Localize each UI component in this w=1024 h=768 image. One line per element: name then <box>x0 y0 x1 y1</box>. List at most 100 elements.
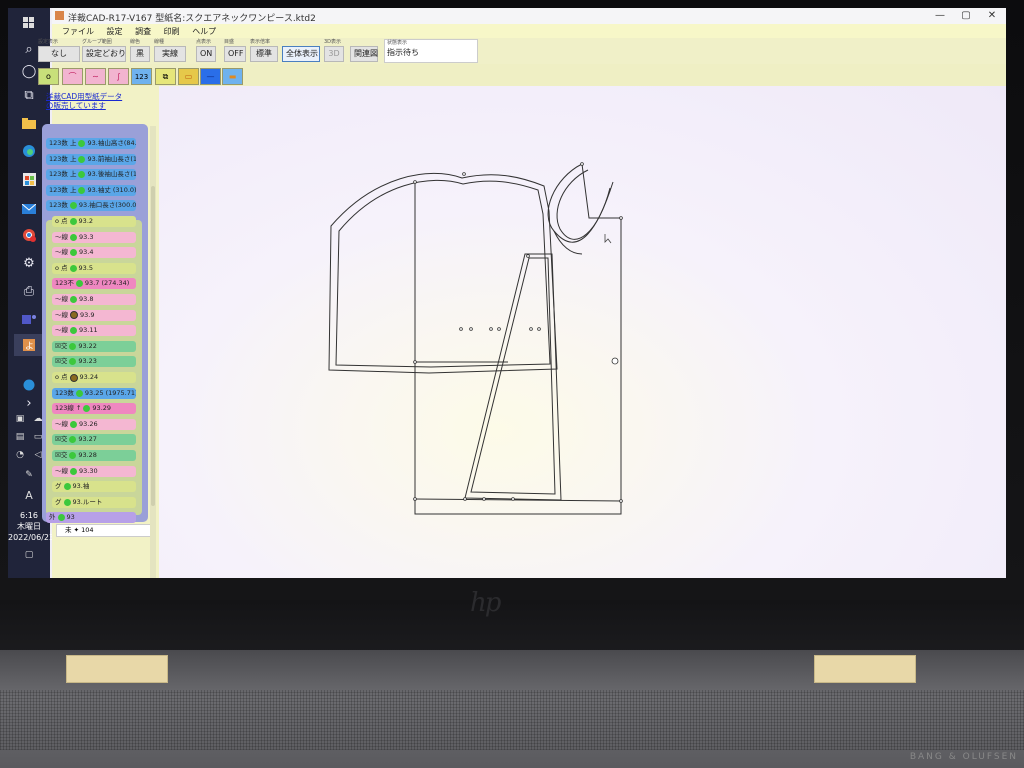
tree-node-kind: ☒交 <box>55 357 68 366</box>
tree-node-label: 93.29 <box>92 404 112 413</box>
group-range-button[interactable]: 設定どおり <box>82 46 126 62</box>
window-title: 洋裁CAD-R17-V167 型紙名:スクエアネックワンピース.ktd2 <box>68 14 316 24</box>
tree-row-104[interactable]: 未 ✦ 104 <box>56 524 152 537</box>
panel-scrollbar[interactable] <box>150 126 156 578</box>
menu-inspect[interactable]: 調査 <box>135 26 151 37</box>
status-box: 状態表示 指示待ち <box>384 39 478 63</box>
sales-link[interactable]: 洋裁CAD用型紙データ の販売しています <box>46 92 156 110</box>
minimize-button[interactable]: — <box>928 9 952 23</box>
tree-node-label: 93.23 <box>78 357 97 366</box>
fit-all-button[interactable]: 全体表示 <box>282 46 320 62</box>
printer-icon[interactable]: ⎙ <box>14 280 44 302</box>
tree-node[interactable]: 123数 上 93.後袖山長さ(1... <box>46 169 136 181</box>
wifi-icon[interactable]: ◔ <box>12 448 28 462</box>
menu-help[interactable]: ヘルプ <box>192 26 216 37</box>
tree-node[interactable]: ☒交 93.23 <box>52 356 136 368</box>
tree-node[interactable]: 123数 上 93.前袖山長さ(1... <box>46 153 136 165</box>
tree-node[interactable]: グ 93.ルート <box>52 496 136 508</box>
tree-node[interactable]: 123数 93.25 (1975.71) <box>52 387 136 399</box>
menu-file[interactable]: ファイル <box>62 26 94 37</box>
tree-node[interactable]: o 点 93.5 <box>52 262 136 274</box>
related-button[interactable]: 関連図 <box>350 46 378 62</box>
status-dot-icon <box>69 202 77 210</box>
display-icon[interactable]: ▤ <box>12 430 28 444</box>
chrome-icon[interactable] <box>14 224 44 246</box>
tree-node[interactable]: ☒交 93.27 <box>52 434 136 446</box>
tree-node[interactable]: 〜線 93.4 <box>52 247 136 259</box>
scale-button[interactable]: OFF <box>224 46 246 62</box>
point-tool[interactable]: o <box>38 68 59 85</box>
line-tool[interactable]: ⌒ <box>62 68 83 85</box>
setting-display-button[interactable]: なし <box>38 46 80 62</box>
menu-settings[interactable]: 設定 <box>107 26 123 37</box>
tree-node-kind: o 点 <box>55 217 68 225</box>
tree-node[interactable]: ☒交 93.28 <box>52 450 136 461</box>
mail-icon[interactable] <box>14 198 44 220</box>
tree-node-kind: 外 <box>49 513 56 522</box>
settings-icon[interactable]: ⚙ <box>14 252 44 274</box>
segment-tool[interactable]: — <box>200 68 221 85</box>
teams-icon[interactable] <box>14 308 44 330</box>
svg-text:よ: よ <box>25 341 34 351</box>
edge-icon[interactable] <box>14 140 44 162</box>
tree-node[interactable]: 123数 上 93.袖山高さ(84... <box>46 138 136 149</box>
open-tool[interactable]: ▬ <box>222 68 243 85</box>
close-button[interactable]: ✕ <box>980 9 1004 23</box>
tree-node[interactable]: 123数 上 93.袖丈 (310.0) <box>46 184 136 196</box>
menu-print[interactable]: 印刷 <box>164 26 180 37</box>
point-display-button[interactable]: ON <box>196 46 216 62</box>
copy-tool[interactable]: ⧉ <box>155 68 176 85</box>
yosai-cad-icon[interactable]: よ <box>14 334 44 356</box>
line-color-button[interactable]: 黒 <box>130 46 150 62</box>
3d-group: 3D表示 3D <box>324 39 344 62</box>
tree-node[interactable]: ☒交 93.22 <box>52 340 136 352</box>
tree-node[interactable]: 〜線 93.30 <box>52 465 136 477</box>
neckline <box>553 230 583 255</box>
folder-tool[interactable]: ▭ <box>178 68 199 85</box>
store-icon[interactable] <box>14 168 44 190</box>
tree-node[interactable]: グ 93.袖 <box>52 481 136 493</box>
tree-node[interactable]: 〜線 93.8 <box>52 294 136 305</box>
tree-node[interactable]: 123不 93.7 (274.34) <box>52 278 136 290</box>
3d-button[interactable]: 3D <box>324 46 344 62</box>
number-tool[interactable]: 123 <box>131 68 152 85</box>
skirt-inner <box>470 257 556 495</box>
tree-node[interactable]: 〜線 93.11 <box>52 325 136 337</box>
taskview-icon[interactable]: ⧉ <box>14 84 44 106</box>
app-icon <box>55 11 64 20</box>
zoom-button[interactable]: 標準 <box>250 46 278 62</box>
status-dot-icon <box>69 264 77 272</box>
tree-node-kind: 〜線 <box>55 310 68 319</box>
sleeve-outline-inner <box>335 179 551 368</box>
tree-node[interactable]: 〜線 93.3 <box>52 231 136 243</box>
tree-node[interactable]: o 点 93.2 <box>52 216 136 227</box>
tree-node[interactable]: 123数 93.袖口長さ(300.0) <box>46 200 136 212</box>
scroll-thumb[interactable] <box>151 186 155 506</box>
maximize-button[interactable]: ▢ <box>954 9 978 23</box>
chevron-up-icon[interactable]: › <box>14 392 44 414</box>
tree-node[interactable]: 〜線 93.26 <box>52 418 136 430</box>
notification-icon[interactable]: ▢ <box>21 548 37 562</box>
ime-icon[interactable]: A <box>21 488 37 502</box>
tree-node-label: 93.前袖山長さ(1... <box>87 154 136 163</box>
line-type-button[interactable]: 実線 <box>154 46 186 62</box>
tree-row-label: 104 <box>81 526 94 534</box>
tree-node[interactable]: 外 93 <box>46 512 136 524</box>
tree-node[interactable]: 123線 ↑ 93.29 <box>52 403 136 415</box>
fit-all-group: 全体表示 <box>282 39 320 62</box>
pen-icon[interactable]: ✎ <box>21 468 37 482</box>
line-type-label: 線種 <box>154 39 165 45</box>
clock-day: 木曜日 <box>17 522 41 531</box>
windows-icon[interactable] <box>14 12 44 34</box>
tree-node[interactable]: o 点 93.24 <box>52 372 136 383</box>
speaker-brand: BANG & OLUFSEN <box>909 752 1018 762</box>
fit-all-label <box>282 39 320 46</box>
drawing-canvas[interactable] <box>159 86 1006 578</box>
curve-tool[interactable]: ∼ <box>85 68 106 85</box>
arc-tool[interactable]: ∫ <box>108 68 129 85</box>
tree-node[interactable]: 〜線 93.9 <box>52 309 136 321</box>
hp-logo: hp <box>470 588 501 618</box>
explorer-icon[interactable] <box>14 112 44 134</box>
status-dot-icon <box>69 373 78 382</box>
network-icon[interactable]: ▣ <box>12 412 28 426</box>
